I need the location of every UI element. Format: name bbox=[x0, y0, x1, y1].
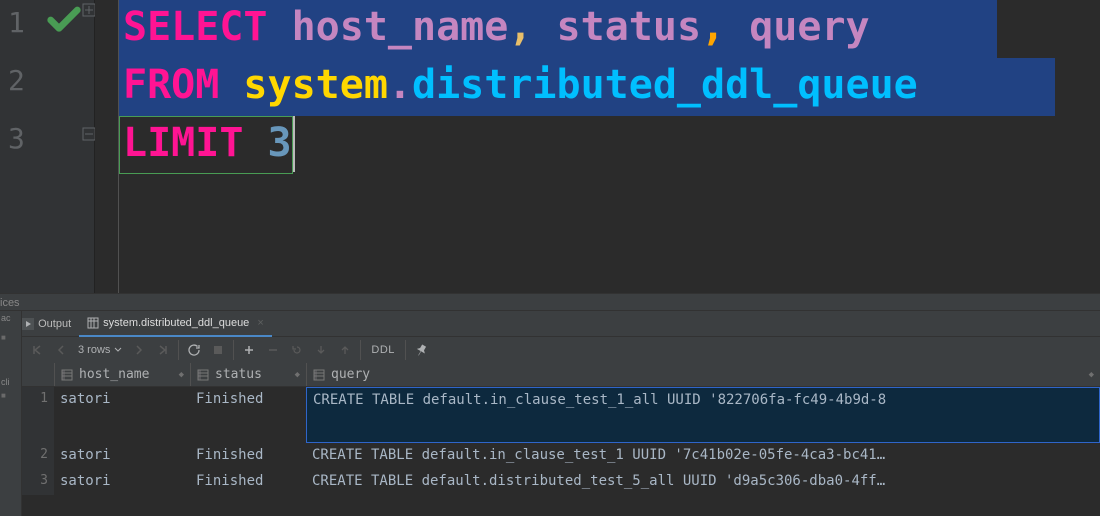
left-tool-stripe[interactable]: ac ■ cli ■ bbox=[0, 311, 22, 516]
result-grid[interactable]: host_name ◆ status ◆ query ◆ 1 satori Fi… bbox=[22, 363, 1100, 495]
column-header-status[interactable]: status ◆ bbox=[190, 363, 306, 386]
cell-query[interactable]: CREATE TABLE default.in_clause_test_1 UU… bbox=[306, 443, 1100, 469]
caret bbox=[293, 116, 295, 172]
column-header-query[interactable]: query ◆ bbox=[306, 363, 1100, 386]
commit-icon[interactable] bbox=[310, 339, 332, 361]
side-label[interactable]: ac bbox=[0, 311, 21, 325]
side-label[interactable]: cli bbox=[0, 375, 21, 389]
run-icon bbox=[22, 318, 34, 330]
cell-host[interactable]: satori bbox=[54, 443, 190, 469]
table-row[interactable]: 2 satori Finished CREATE TABLE default.i… bbox=[22, 443, 1100, 469]
pin-icon[interactable] bbox=[410, 339, 432, 361]
sql-editor[interactable]: 1 2 3 SELECT host_name, status, query FR… bbox=[0, 0, 1100, 293]
column-icon bbox=[61, 369, 73, 381]
sort-icon[interactable]: ◆ bbox=[179, 370, 184, 380]
grid-header: host_name ◆ status ◆ query ◆ bbox=[22, 363, 1100, 387]
result-toolbar: 3 rows DDL bbox=[0, 337, 1100, 363]
code-line: LIMIT 3 bbox=[123, 120, 292, 166]
column-icon bbox=[197, 369, 209, 381]
result-tabs: » Output system.distributed_ddl_queue × bbox=[0, 311, 1100, 337]
tool-window-stripe[interactable]: ices bbox=[0, 293, 1100, 311]
checkmark-icon bbox=[44, 0, 84, 44]
cell-query[interactable]: CREATE TABLE default.in_clause_test_1_al… bbox=[306, 387, 1100, 443]
cell-query[interactable]: CREATE TABLE default.distributed_test_5_… bbox=[306, 469, 1100, 495]
last-page-icon[interactable] bbox=[152, 339, 174, 361]
table-icon bbox=[87, 317, 99, 329]
fold-collapse-icon[interactable] bbox=[82, 126, 96, 145]
editor-body[interactable]: SELECT host_name, status, query FROM sys… bbox=[95, 0, 1100, 293]
tab-output[interactable]: Output bbox=[14, 311, 79, 337]
prev-page-icon[interactable] bbox=[50, 339, 72, 361]
cell-host[interactable]: satori bbox=[54, 387, 190, 443]
table-row[interactable]: 3 satori Finished CREATE TABLE default.d… bbox=[22, 469, 1100, 495]
refresh-icon[interactable] bbox=[183, 339, 205, 361]
editor-gutter: 1 2 3 bbox=[0, 0, 95, 293]
cell-status[interactable]: Finished bbox=[190, 443, 306, 469]
add-row-icon[interactable] bbox=[238, 339, 260, 361]
sort-icon[interactable]: ◆ bbox=[295, 370, 300, 380]
column-icon bbox=[313, 369, 325, 381]
cell-host[interactable]: satori bbox=[54, 469, 190, 495]
line-number: 1 bbox=[8, 6, 25, 39]
row-count[interactable]: 3 rows bbox=[74, 344, 126, 356]
code-line: SELECT host_name, status, query bbox=[123, 4, 870, 50]
ddl-button[interactable]: DDL bbox=[365, 344, 401, 356]
cell-status[interactable]: Finished bbox=[190, 469, 306, 495]
first-page-icon[interactable] bbox=[26, 339, 48, 361]
close-tab-icon[interactable]: × bbox=[253, 317, 263, 329]
delete-row-icon[interactable] bbox=[262, 339, 284, 361]
submit-icon[interactable] bbox=[334, 339, 356, 361]
fold-expand-icon[interactable] bbox=[82, 2, 96, 21]
cell-status[interactable]: Finished bbox=[190, 387, 306, 443]
next-page-icon[interactable] bbox=[128, 339, 150, 361]
revert-icon[interactable] bbox=[286, 339, 308, 361]
table-row[interactable]: 1 satori Finished CREATE TABLE default.i… bbox=[22, 387, 1100, 443]
row-number: 1 bbox=[22, 387, 54, 443]
tab-result[interactable]: system.distributed_ddl_queue × bbox=[79, 311, 272, 337]
sort-icon[interactable]: ◆ bbox=[1089, 370, 1094, 380]
line-number: 2 bbox=[8, 64, 25, 97]
row-number: 3 bbox=[22, 469, 54, 495]
chevron-down-icon bbox=[114, 346, 122, 354]
row-number: 2 bbox=[22, 443, 54, 469]
code-line: FROM system.distributed_ddl_queue bbox=[123, 62, 918, 108]
stop-icon bbox=[207, 339, 229, 361]
column-header-host[interactable]: host_name ◆ bbox=[54, 363, 190, 386]
line-number: 3 bbox=[8, 122, 25, 155]
